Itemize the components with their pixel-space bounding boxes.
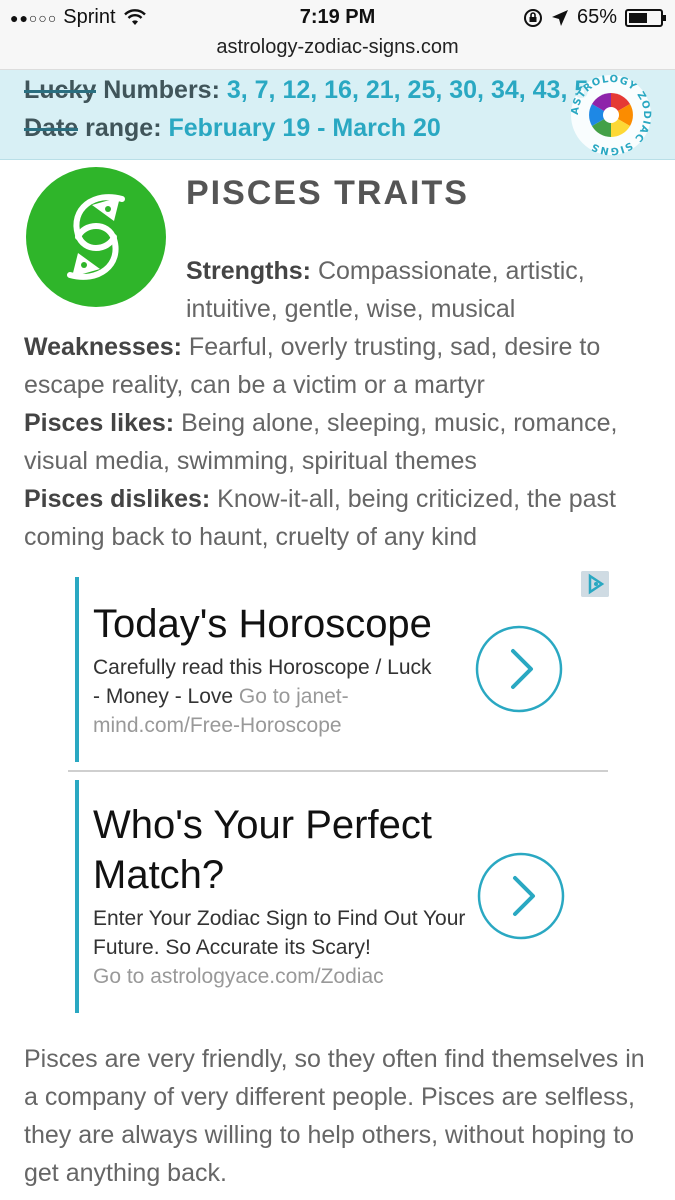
zodiac-logo-icon[interactable]: ASTROLOGY ZODIAC SIGNS (568, 72, 654, 158)
ad-divider (68, 770, 608, 772)
ad-card-horoscope[interactable]: Today's Horoscope Carefully read this Ho… (75, 577, 570, 762)
strengths-paragraph: Strengths: Compassionate, artistic, intu… (186, 252, 656, 328)
traits-list: Weaknesses: Fearful, overly trusting, sa… (24, 328, 659, 556)
ad-title[interactable]: Today's Horoscope (93, 599, 432, 649)
ad-description: Carefully read this Horoscope / Luck - M… (93, 653, 433, 740)
lucky-numbers-row: Lucky Numbers: 3, 7, 12, 16, 21, 25, 30,… (24, 76, 588, 105)
ad-link-text[interactable]: Go to astrologyace.com/Zodiac (93, 962, 473, 991)
weaknesses-item: Weaknesses: Fearful, overly trusting, sa… (24, 328, 659, 404)
chevron-right-icon[interactable] (477, 852, 565, 940)
orientation-lock-icon (523, 8, 542, 27)
article-paragraph: Pisces are very friendly, so they often … (24, 1045, 645, 1187)
battery-percent: 65% (576, 6, 617, 28)
likes-item: Pisces likes: Being alone, sleeping, mus… (24, 404, 659, 480)
weaknesses-label: Weaknesses: (24, 333, 182, 361)
date-label-prefix: Date (24, 114, 79, 142)
date-range-row: Date range: February 19 - March 20 (24, 114, 441, 143)
ad-title[interactable]: Who's Your Perfect Match? (93, 800, 473, 900)
lucky-label-prefix: Lucky (24, 76, 97, 104)
page-title: PISCES TRAITS (186, 174, 469, 212)
date-range-value: February 19 - March 20 (168, 114, 441, 142)
dislikes-item: Pisces dislikes: Know-it-all, being crit… (24, 480, 659, 556)
ad-card-perfect-match[interactable]: Who's Your Perfect Match? Enter Your Zod… (75, 780, 570, 1013)
status-bar: ●●○○○ Sprint 7:19 PM 65% (0, 0, 675, 36)
chevron-right-icon[interactable] (475, 625, 563, 713)
dislikes-label: Pisces dislikes: (24, 485, 211, 513)
adchoices-icon[interactable] (581, 571, 609, 597)
likes-label: Pisces likes: (24, 409, 175, 437)
lucky-numbers-value: 3, 7, 12, 16, 21, 25, 30, 34, 43, 5 (226, 76, 589, 104)
ad-description: Enter Your Zodiac Sign to Find Out Your … (93, 907, 466, 959)
lucky-label-suffix: Numbers: (96, 76, 227, 104)
address-bar[interactable]: astrology-zodiac-signs.com (0, 36, 675, 70)
pisces-icon (26, 167, 166, 307)
status-indicators: 65% (523, 6, 666, 29)
strengths-label: Strengths: (186, 257, 311, 285)
battery-icon (625, 8, 666, 27)
date-label-suffix: range: (78, 114, 169, 142)
location-arrow-icon (551, 9, 568, 26)
url-text: astrology-zodiac-signs.com (216, 36, 459, 58)
